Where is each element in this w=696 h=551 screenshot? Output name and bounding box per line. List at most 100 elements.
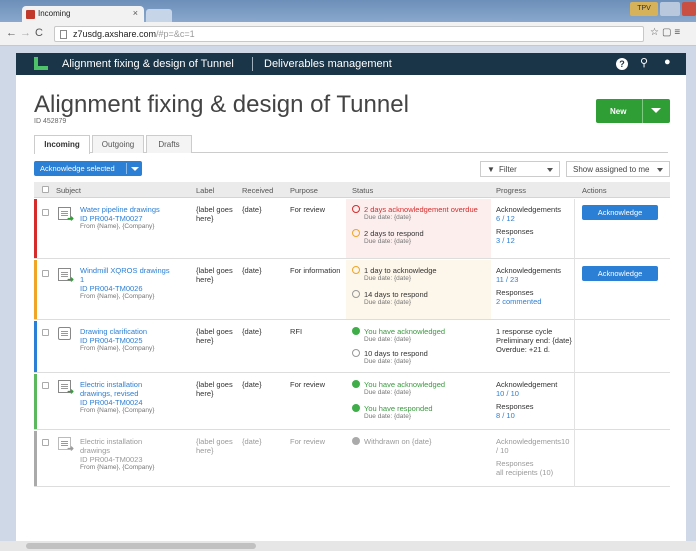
row-checkbox[interactable] xyxy=(42,209,49,216)
url-host: z7usdg.axshare.com xyxy=(73,29,157,39)
label-cell: {label goes here} xyxy=(196,205,233,223)
clock-icon xyxy=(352,229,360,237)
tab-outgoing[interactable]: Outgoing xyxy=(92,135,144,153)
row-checkbox[interactable] xyxy=(42,382,49,389)
reload-icon[interactable]: C xyxy=(35,27,43,39)
maximize-button[interactable] xyxy=(660,2,680,16)
filter-dropdown[interactable]: ▼ Filter xyxy=(480,161,560,177)
progress-ack-label: Acknowledgements xyxy=(496,205,562,214)
row-status-stripe xyxy=(34,431,37,486)
progress-ack-value: / 10 xyxy=(496,446,509,455)
progress-resp-value[interactable]: 3 / 12 xyxy=(496,236,576,245)
document-id[interactable]: ID PR004-TM0025 xyxy=(80,336,190,345)
col-purpose[interactable]: Purpose xyxy=(290,186,318,195)
document-id[interactable]: ID PR004-TM0026 xyxy=(80,284,192,293)
toolbar-icons[interactable]: ☆▢≡ xyxy=(650,27,683,38)
search-icon[interactable]: ⚲ xyxy=(640,56,648,69)
row-checkbox[interactable] xyxy=(42,439,49,446)
progress-ack-value[interactable]: 10 / 10 xyxy=(496,389,576,398)
user-icon[interactable]: ● xyxy=(664,56,671,68)
page-title: Alignment fixing & design of Tunnel xyxy=(34,91,409,118)
app-project-title[interactable]: Alignment fixing & design of Tunnel xyxy=(62,58,234,70)
show-assigned-label: Show assigned to me xyxy=(573,165,650,174)
progress-ack-label: Acknowledgements xyxy=(496,266,562,275)
select-all-checkbox[interactable] xyxy=(42,186,49,193)
document-id[interactable]: ID PR004-TM0027 xyxy=(80,214,190,223)
help-icon[interactable]: ? xyxy=(616,58,628,70)
document-id[interactable]: ID PR004-TM0024 xyxy=(80,398,190,407)
show-assigned-dropdown[interactable]: Show assigned to me xyxy=(566,161,670,177)
progress-ack-value[interactable]: 11 / 23 xyxy=(496,275,576,284)
scrollbar-thumb[interactable] xyxy=(26,543,256,549)
due-date: Due date: {date} xyxy=(364,336,411,343)
horizontal-scrollbar[interactable] xyxy=(0,541,696,551)
browser-tab[interactable]: Incoming × xyxy=(22,6,144,22)
acknowledge-selected-button[interactable]: Acknowledge selected xyxy=(34,161,142,176)
back-icon[interactable]: ← xyxy=(6,27,17,39)
new-button[interactable]: New xyxy=(596,99,670,123)
withdrawn-icon xyxy=(352,437,360,445)
acknowledge-button[interactable]: Acknowledge xyxy=(582,266,658,281)
subject-link[interactable]: Drawing clarification xyxy=(80,327,190,336)
due-date: Due date: {date} xyxy=(364,413,411,420)
minimize-button[interactable]: TPV xyxy=(630,2,658,16)
status-respond-text: 10 days to respond xyxy=(364,349,428,358)
subject-link[interactable]: Electric installation xyxy=(80,437,190,446)
chevron-down-icon xyxy=(547,168,553,172)
forward-icon[interactable]: → xyxy=(20,27,31,39)
tab-bar: Incoming × TPV xyxy=(0,0,696,22)
tab-drafts[interactable]: Drafts xyxy=(146,135,192,153)
check-icon xyxy=(352,327,360,335)
status-withdrawn-text: Withdrawn on {date} xyxy=(364,437,432,446)
col-progress[interactable]: Progress xyxy=(496,186,526,195)
progress-resp-label: Responses xyxy=(496,459,534,468)
from-text: From {Name}, {Company} xyxy=(80,223,155,230)
col-label[interactable]: Label xyxy=(196,186,214,195)
received-cell: {date} xyxy=(242,380,262,389)
status-responded-text: You have responded xyxy=(364,404,433,413)
progress-resp-value[interactable]: 8 / 10 xyxy=(496,411,576,420)
favicon-icon xyxy=(26,10,35,19)
row-status-stripe xyxy=(34,374,37,429)
url-input[interactable]: z7usdg.axshare.com/#p=&c=1 xyxy=(54,26,644,42)
close-window-button[interactable] xyxy=(682,2,696,16)
close-tab-icon[interactable]: × xyxy=(133,8,138,18)
received-cell: {date} xyxy=(242,205,262,214)
row-checkbox[interactable] xyxy=(42,270,49,277)
label-cell: {label goes here} xyxy=(196,380,233,398)
new-button-divider xyxy=(642,99,643,123)
main-page: Alignment fixing & design of Tunnel ID 4… xyxy=(16,75,686,541)
col-actions: Actions xyxy=(582,186,607,195)
row-status-stripe xyxy=(34,260,37,319)
chevron-down-icon[interactable] xyxy=(131,167,139,171)
document-icon: ➜ xyxy=(58,268,74,284)
logo-icon[interactable] xyxy=(34,57,48,70)
response-cycle-text: 1 response cycle xyxy=(496,327,553,336)
status-overdue-text: 2 days acknowledgement overdue xyxy=(364,205,478,214)
acknowledge-button[interactable]: Acknowledge xyxy=(582,205,658,220)
row-checkbox[interactable] xyxy=(42,329,49,336)
subject-link[interactable]: Water pipeline drawings xyxy=(80,205,190,214)
tab-title: Incoming xyxy=(38,9,71,18)
tab-incoming[interactable]: Incoming xyxy=(34,135,90,154)
col-subject[interactable]: Subject xyxy=(56,186,81,195)
new-button-label: New xyxy=(610,107,627,116)
document-id[interactable]: ID PR004-TM0023 xyxy=(80,455,190,464)
due-date: Due date: {date} xyxy=(364,389,411,396)
app-section-title[interactable]: Deliverables management xyxy=(264,58,392,70)
new-tab-button[interactable] xyxy=(146,9,172,22)
progress-resp-value[interactable]: 2 commented xyxy=(496,297,576,306)
purpose-cell: For review xyxy=(290,380,326,389)
progress-ack-value[interactable]: 6 / 12 xyxy=(496,214,576,223)
subject-link[interactable]: Electric installation xyxy=(80,380,190,389)
subject-link-cont[interactable]: drawings xyxy=(80,446,190,455)
col-status[interactable]: Status xyxy=(352,186,373,195)
subject-link-cont[interactable]: drawings, revised xyxy=(80,389,190,398)
subject-link-cont[interactable]: 1 xyxy=(80,275,192,284)
check-icon xyxy=(352,404,360,412)
col-received[interactable]: Received xyxy=(242,186,273,195)
chevron-down-icon[interactable] xyxy=(651,108,661,113)
status-respond-text: 14 days to respond xyxy=(364,290,428,299)
subject-link[interactable]: Windmill XQROS drawings xyxy=(80,266,192,275)
due-date: Due date: {date} xyxy=(364,275,411,282)
